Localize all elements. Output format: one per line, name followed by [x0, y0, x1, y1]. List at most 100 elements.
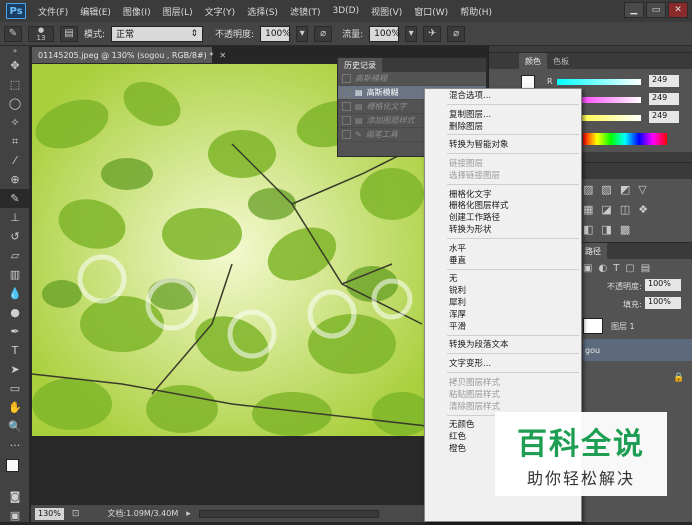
menu-help[interactable]: 帮助(H) — [454, 5, 498, 18]
brush-size-picker[interactable]: ● 13 — [28, 25, 54, 42]
context-menu-item[interactable]: 文字变形... — [425, 357, 581, 369]
zoom-level[interactable]: 130% — [35, 507, 64, 520]
more-tools-icon[interactable]: ··· — [0, 436, 30, 455]
pen-tool-icon[interactable]: ✒ — [0, 322, 30, 341]
export-icon[interactable]: ⊡ — [72, 509, 80, 519]
context-menu-item[interactable]: 垂直 — [425, 254, 581, 266]
context-menu-item[interactable]: 犀利 — [425, 296, 581, 308]
foreground-color-swatch[interactable] — [6, 459, 19, 472]
quick-select-tool-icon[interactable]: ✧ — [0, 113, 30, 132]
context-menu-item[interactable]: 转换为段落文本 — [425, 339, 581, 350]
brush-panel-icon[interactable]: ▤ — [60, 25, 78, 42]
menu-filter[interactable]: 滤镜(T) — [284, 5, 327, 18]
opacity-dropdown-icon[interactable]: ▾ — [296, 25, 309, 42]
close-tab-icon[interactable]: ✕ — [219, 51, 226, 60]
opacity-input[interactable]: 100% — [260, 25, 291, 42]
tab-swatches[interactable]: 色板 — [547, 53, 575, 69]
threshold-icon[interactable]: ▩ — [620, 223, 630, 236]
context-menu-item[interactable]: 删除图层 — [425, 120, 581, 132]
document-info[interactable]: 文档:1.09M/3.40M — [107, 508, 178, 519]
r-slider[interactable] — [557, 79, 641, 85]
document-tab[interactable]: 01145205.jpeg @ 130% (sogou , RGB/8#) * … — [32, 47, 226, 63]
eyedropper-tool-icon[interactable]: ⁄ — [0, 151, 30, 170]
path-select-tool-icon[interactable]: ➤ — [0, 360, 30, 379]
color-spectrum[interactable] — [583, 133, 667, 145]
balance-icon[interactable]: ◪ — [601, 203, 611, 216]
smart-filter-icon[interactable]: ▤ — [641, 263, 650, 274]
history-row[interactable]: 高斯模糊 — [338, 72, 486, 86]
menu-image[interactable]: 图像(I) — [117, 5, 157, 18]
vibrance-icon[interactable]: ▦ — [583, 203, 593, 216]
menu-view[interactable]: 视图(V) — [365, 5, 408, 18]
b-value-input[interactable]: 249 — [649, 111, 679, 123]
blur-tool-icon[interactable]: 💧 — [0, 284, 30, 303]
move-tool-icon[interactable]: ✥ — [0, 56, 30, 75]
type-filter-icon[interactable]: T — [613, 263, 619, 274]
context-menu-item[interactable]: 水平 — [425, 242, 581, 254]
history-tab[interactable]: 历史记录 — [338, 58, 382, 72]
layer-row-selected[interactable]: gou — [583, 339, 692, 361]
bw-icon[interactable]: ◫ — [620, 203, 630, 216]
zoom-tool-icon[interactable]: 🔍 — [0, 417, 30, 436]
channel-mixer-icon[interactable]: ❖ — [638, 203, 648, 216]
airbrush-icon[interactable]: ✈ — [423, 25, 442, 42]
restore-button[interactable]: ▭ — [646, 2, 666, 18]
context-menu-item[interactable]: 转换为形状 — [425, 223, 581, 235]
screen-mode-icon[interactable]: ▣ — [0, 506, 30, 525]
layer-row[interactable]: 图层 1 — [583, 315, 692, 337]
menu-3d[interactable]: 3D(D) — [326, 6, 365, 16]
color-swatches[interactable] — [0, 455, 30, 487]
flow-input[interactable]: 100% — [369, 25, 400, 42]
menu-type[interactable]: 文字(Y) — [199, 5, 242, 18]
brush-tool-icon[interactable]: ✎ — [4, 25, 22, 42]
posterize-icon[interactable]: ◨ — [601, 223, 611, 236]
context-menu-item[interactable]: 锐利 — [425, 284, 581, 296]
shape-filter-icon[interactable]: ▢ — [625, 263, 634, 274]
healing-tool-icon[interactable]: ⊕ — [0, 170, 30, 189]
gradient-tool-icon[interactable]: ▥ — [0, 265, 30, 284]
context-menu-item[interactable]: 复制图层... — [425, 108, 581, 120]
close-button[interactable]: ✕ — [668, 2, 688, 18]
menu-layer[interactable]: 图层(L) — [157, 5, 199, 18]
pressure-opacity-icon[interactable]: ⌀ — [314, 25, 333, 42]
clone-stamp-tool-icon[interactable]: ⊥ — [0, 208, 30, 227]
context-menu-item[interactable]: 混合选项... — [425, 89, 581, 101]
mode-select[interactable]: 正常 ⇕ — [111, 25, 204, 42]
eraser-tool-icon[interactable]: ▱ — [0, 246, 30, 265]
history-brush-tool-icon[interactable]: ↺ — [0, 227, 30, 246]
r-value-input[interactable]: 249 — [649, 75, 679, 87]
crop-tool-icon[interactable]: ⌗ — [0, 132, 30, 151]
fill-input[interactable]: 100% — [645, 297, 681, 309]
shape-tool-icon[interactable]: ▭ — [0, 379, 30, 398]
toolbox-collapse-icon[interactable]: » — [0, 46, 30, 56]
lock-icon[interactable]: 🔒 — [673, 373, 684, 383]
hand-tool-icon[interactable]: ✋ — [0, 398, 30, 417]
tab-paths[interactable]: 路径 — [579, 243, 607, 259]
exposure-icon[interactable]: ◩ — [620, 183, 630, 196]
context-menu-item[interactable]: 栅格化图层样式 — [425, 200, 581, 211]
menu-select[interactable]: 选择(S) — [241, 5, 284, 18]
brush-tool-icon[interactable]: ✎ — [0, 189, 30, 208]
minimize-button[interactable]: ▁ — [624, 2, 644, 18]
flow-dropdown-icon[interactable]: ▾ — [405, 25, 418, 42]
fg-color-chip[interactable] — [521, 75, 535, 89]
g-value-input[interactable]: 249 — [649, 93, 679, 105]
menu-edit[interactable]: 编辑(E) — [74, 5, 117, 18]
context-menu-item[interactable]: 创建工作路径 — [425, 211, 581, 223]
pressure-size-icon[interactable]: ⌀ — [447, 25, 466, 42]
context-menu-item[interactable]: 平滑 — [425, 320, 581, 332]
type-tool-icon[interactable]: T — [0, 341, 30, 360]
levels-icon[interactable]: ▧ — [601, 183, 611, 196]
menu-window[interactable]: 窗口(W) — [408, 5, 454, 18]
context-menu-item[interactable]: 浑厚 — [425, 308, 581, 320]
curves-icon[interactable]: ▨ — [583, 183, 593, 196]
layer-opacity-input[interactable]: 100% — [645, 279, 681, 291]
pixel-filter-icon[interactable]: ▣ — [583, 263, 592, 274]
marquee-tool-icon[interactable]: ⬚ — [0, 75, 30, 94]
adjust-filter-icon[interactable]: ◐ — [598, 263, 607, 274]
quick-mask-icon[interactable]: ◙ — [0, 487, 30, 506]
gradient-map-icon[interactable]: ▽ — [638, 183, 646, 196]
dodge-tool-icon[interactable]: ● — [0, 303, 30, 322]
lasso-tool-icon[interactable]: ◯ — [0, 94, 30, 113]
context-menu-item[interactable]: 栅格化文字 — [425, 188, 581, 200]
